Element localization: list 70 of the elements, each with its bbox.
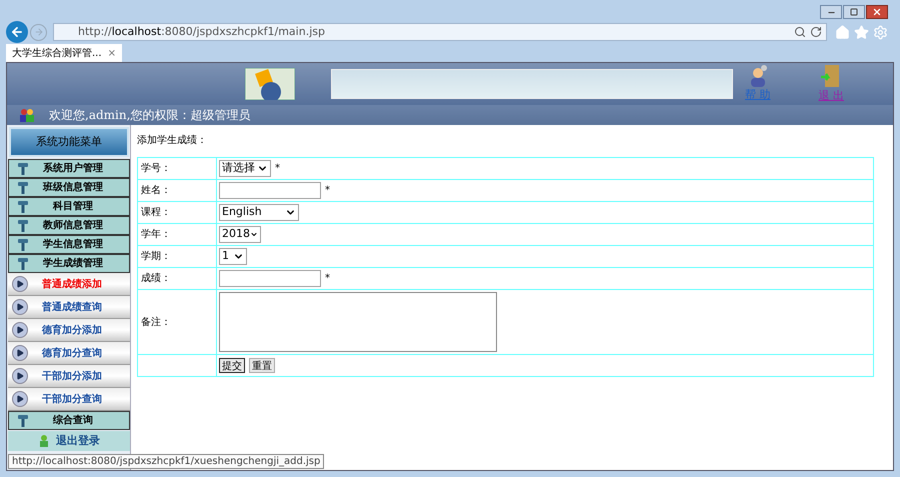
search-icon[interactable] xyxy=(794,26,806,38)
field-label: 学年： xyxy=(141,228,171,242)
maximize-button[interactable] xyxy=(843,5,865,19)
hammer-icon xyxy=(17,414,29,428)
select-field[interactable]: English xyxy=(219,204,299,221)
text-field[interactable] xyxy=(219,270,321,287)
menu-title: 系统功能菜单 xyxy=(9,127,129,157)
maximize-icon xyxy=(850,8,858,16)
forward-arrow-icon xyxy=(34,27,44,37)
select-field[interactable]: 2018 xyxy=(219,226,261,243)
browser-tab[interactable]: 大学生综合测评管... × xyxy=(6,44,122,62)
play-icon xyxy=(12,391,28,407)
menu-section[interactable]: 科目管理 xyxy=(8,197,130,216)
menu-section[interactable]: 班级信息管理 xyxy=(8,178,130,197)
field-label: 学号： xyxy=(141,162,171,176)
menu-section[interactable]: 学生信息管理 xyxy=(8,235,130,254)
status-tooltip: http://localhost:8080/jspdxszhcpkf1/xueshengchengji_add.jsp xyxy=(8,454,324,469)
play-icon xyxy=(12,299,28,315)
hammer-icon xyxy=(17,180,29,194)
select-field[interactable]: 1 xyxy=(219,248,247,265)
menu-link[interactable]: 普通成绩查询 xyxy=(8,296,130,319)
menu-section[interactable]: 综合查询 xyxy=(8,411,130,430)
welcome-text: 欢迎您,admin,您的权限：超级管理员 xyxy=(49,107,250,124)
hammer-icon xyxy=(17,218,29,232)
play-icon xyxy=(12,276,28,292)
user-icon xyxy=(38,435,50,447)
menu-link[interactable]: 德育加分查询 xyxy=(8,342,130,365)
field-label: 学期： xyxy=(141,250,171,264)
hammer-icon xyxy=(17,200,29,214)
field-label: 课程： xyxy=(141,206,171,220)
star-icon[interactable] xyxy=(854,24,869,40)
select-field[interactable]: 请选择 xyxy=(219,160,271,177)
close-button[interactable] xyxy=(866,5,888,19)
refresh-icon[interactable] xyxy=(810,26,822,38)
close-icon xyxy=(872,7,882,17)
field-label: 姓名： xyxy=(141,184,171,198)
url-text: http://localhost:8080/jspdxszhcpkf1/main.jsp xyxy=(78,24,325,40)
hammer-icon xyxy=(17,238,29,252)
remarks-field[interactable] xyxy=(219,292,497,352)
menu-link[interactable]: 干部加分添加 xyxy=(8,365,130,388)
hammer-icon xyxy=(17,256,29,270)
menu-section[interactable]: 学生成绩管理 xyxy=(8,254,130,273)
field-label: 备注： xyxy=(141,316,171,330)
settings-icon[interactable] xyxy=(873,24,888,40)
form-title: 添加学生成绩： xyxy=(137,134,208,148)
tab-title: 大学生综合测评管... xyxy=(12,46,102,60)
form-button[interactable]: 重置 xyxy=(249,358,275,373)
back-button[interactable] xyxy=(6,21,28,43)
logout-menu-item[interactable]: 退出登录 xyxy=(8,431,130,451)
home-icon[interactable] xyxy=(835,24,850,40)
address-bar[interactable]: http://localhost:8080/jspdxszhcpkf1/main.jsp xyxy=(53,23,827,41)
menu-link[interactable]: 普通成绩添加 xyxy=(8,273,130,296)
play-icon xyxy=(12,322,28,338)
required-mark: * xyxy=(325,184,330,198)
play-icon xyxy=(12,345,28,361)
text-field[interactable] xyxy=(219,182,321,199)
menu-link[interactable]: 干部加分查询 xyxy=(8,388,130,411)
menu-link[interactable]: 德育加分添加 xyxy=(8,319,130,342)
globe-logo-icon xyxy=(245,68,295,100)
menu-section[interactable]: 系统用户管理 xyxy=(8,159,130,178)
required-mark: * xyxy=(275,162,280,176)
field-label: 成绩： xyxy=(141,272,171,286)
tab-close[interactable]: × xyxy=(108,46,116,60)
form-button[interactable]: 提交 xyxy=(219,358,245,373)
forward-button[interactable] xyxy=(30,24,47,40)
required-mark: * xyxy=(325,272,330,286)
menu-section[interactable]: 教师信息管理 xyxy=(8,216,130,235)
hammer-icon xyxy=(17,162,29,176)
play-icon xyxy=(12,368,28,384)
users-icon xyxy=(19,108,35,122)
